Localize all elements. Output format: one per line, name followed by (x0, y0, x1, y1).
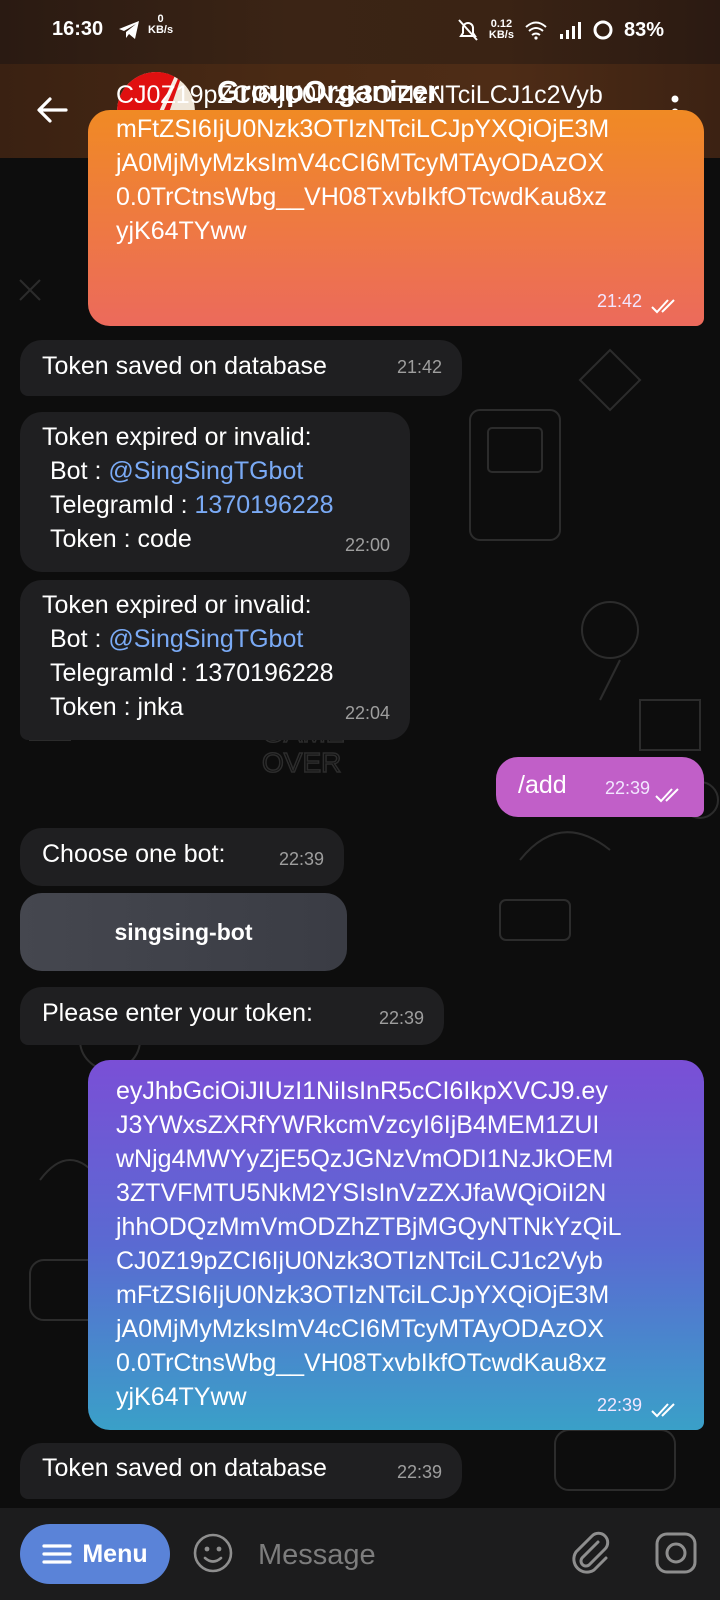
status-bar: 16:30 0 KB/s 0.12 KB/s 83% (0, 0, 720, 64)
message-line: Token expired or invalid: (42, 423, 312, 451)
telegram-id-label: TelegramId : (50, 491, 195, 519)
message-bubble-incoming[interactable]: Please enter your token: 22:39 (20, 987, 444, 1045)
message-input-bar: Menu (0, 1508, 720, 1600)
message-bubble-outgoing[interactable]: /add 22:39 (496, 757, 704, 817)
message-time: 22:00 (344, 535, 390, 555)
status-right-group: 0.12 KB/s 83% (457, 18, 664, 42)
message-bubble-incoming[interactable]: Token saved on database 21:42 (20, 340, 462, 396)
message-time: 21:42 (396, 357, 442, 377)
message-time: 21:42 (596, 291, 642, 311)
bot-label: Bot : (50, 625, 109, 653)
message-line: Token expired or invalid: (42, 591, 312, 619)
status-time: 16:30 (52, 18, 104, 40)
message-text: /add (518, 771, 567, 799)
battery-percent: 83% (623, 18, 664, 41)
battery-icon (593, 20, 613, 40)
telegram-id-line: TelegramId : 1370196228 (50, 659, 334, 687)
message-time: 22:04 (344, 703, 390, 723)
bot-username-link[interactable]: @SingSingTGbot (108, 625, 303, 653)
message-text: Token saved on database (42, 352, 327, 380)
message-text: eyJhbGciOiJIUzI1NiIsInR5cCI6IkpXVCJ9.ey … (116, 1077, 622, 1411)
message-bubble-outgoing[interactable]: eyJhbGciOiJIUzI1NiIsInR5cCI6IkpXVCJ9.ey … (88, 1060, 704, 1430)
message-bubble-incoming[interactable]: Choose one bot: 22:39 (20, 828, 344, 886)
net-left-unit: KB/s (148, 24, 174, 36)
message-bubble-incoming[interactable]: Token expired or invalid: Bot : @SingSin… (20, 580, 410, 740)
hamburger-icon (42, 1544, 72, 1564)
bot-username-link[interactable]: @SingSingTGbot (108, 457, 303, 485)
message-input[interactable] (256, 1526, 540, 1584)
message-time: 22:39 (278, 849, 324, 869)
message-text: Choose one bot: (42, 840, 226, 868)
message-bubble-outgoing[interactable]: CJ0Z19pZCI6IjU0Nzk3OTIzNTciLCJ1c2Vyb mFt… (88, 81, 704, 326)
menu-button-label: Menu (82, 1539, 148, 1568)
message-time: 22:39 (378, 1008, 424, 1028)
signal-icon (559, 22, 581, 39)
network-speed-left: 0 KB/s (148, 14, 173, 36)
paperclip-icon[interactable] (568, 1530, 612, 1576)
message-bubble-incoming[interactable]: Token expired or invalid: Bot : @SingSin… (20, 412, 410, 572)
inline-bot-button[interactable]: singsing-bot (20, 893, 347, 971)
back-arrow-icon[interactable] (34, 92, 70, 128)
net-right-unit: KB/s (488, 29, 514, 41)
message-text: Please enter your token: (42, 999, 313, 1027)
mute-icon (458, 19, 478, 41)
network-speed-right: 0.12 KB/s (489, 19, 514, 41)
message-bubble-incoming[interactable]: Token saved on database 22:39 (20, 1443, 462, 1499)
svg-text:OVER: OVER (262, 747, 341, 778)
message-time: 22:39 (396, 1462, 442, 1482)
double-check-icon (651, 1403, 675, 1418)
message-text: CJ0Z19pZCI6IjU0Nzk3OTIzNTciLCJ1c2Vyb mFt… (116, 81, 610, 245)
emoji-icon[interactable] (192, 1532, 234, 1574)
message-time: 22:39 (604, 778, 650, 798)
bot-label: Bot : (50, 457, 109, 485)
wifi-icon (525, 21, 547, 40)
menu-button[interactable]: Menu (20, 1524, 170, 1584)
telegram-id-link[interactable]: 1370196228 (195, 491, 334, 519)
telegram-icon (119, 21, 139, 39)
double-check-icon (651, 299, 675, 314)
camera-icon[interactable] (654, 1531, 698, 1575)
double-check-icon (655, 788, 679, 803)
message-text: Token saved on database (42, 1454, 327, 1482)
message-time: 22:39 (596, 1395, 642, 1415)
